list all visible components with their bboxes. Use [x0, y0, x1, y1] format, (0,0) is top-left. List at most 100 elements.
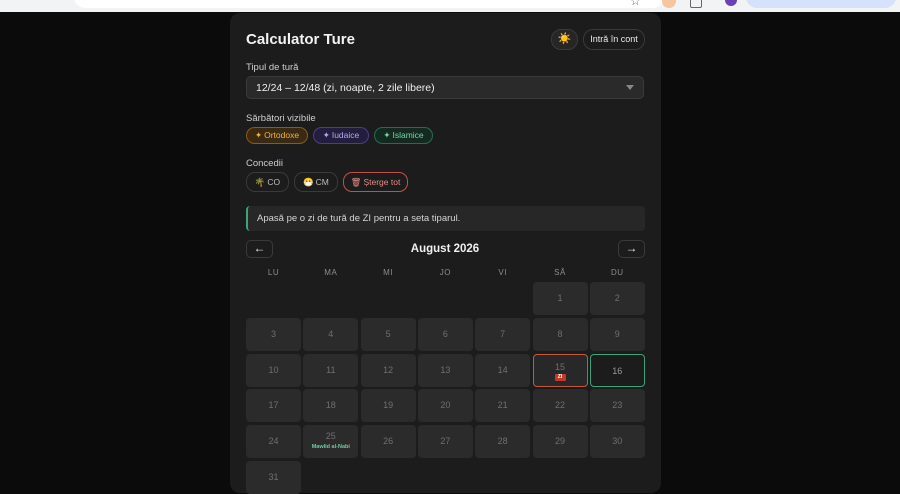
next-month-button[interactable]: →: [618, 240, 645, 258]
calendar-day[interactable]: 13: [417, 353, 473, 387]
day-number: 30: [612, 436, 623, 447]
calendar-day[interactable]: 2: [589, 282, 645, 315]
address-bar[interactable]: [74, 0, 664, 8]
day-number: 27: [440, 436, 451, 447]
calendar-day[interactable]: 26: [360, 425, 416, 459]
chevron-down-icon: [626, 85, 634, 90]
day-number: 20: [440, 400, 451, 411]
holiday-toggle-ortodoxe[interactable]: ✦ Ortodoxe: [246, 127, 308, 144]
calendar-day[interactable]: 9: [589, 317, 645, 351]
calendar-day[interactable]: 14: [475, 353, 531, 387]
profile-avatar[interactable]: [725, 0, 737, 6]
leave-co-button[interactable]: 🌴 CO: [246, 172, 289, 192]
info-notice: Apasă pe o zi de tură de ZI pentru a set…: [246, 206, 645, 231]
extension-icon[interactable]: [662, 0, 676, 8]
trash-icon: 🗑: [350, 177, 362, 187]
calendar-day[interactable]: 25 Mawlid al-Nabi: [303, 425, 359, 459]
holidays-label: Sărbători vizibile: [246, 113, 316, 124]
weekday-header: VI: [498, 268, 507, 277]
weekday-header: JO: [439, 268, 451, 277]
calendar-day[interactable]: 23: [589, 389, 645, 423]
page-title: Calculator Ture: [246, 31, 355, 48]
sparkle-icon: ✦: [383, 130, 391, 140]
holiday-name: Mawlid al-Nabi: [311, 444, 350, 451]
day-number: 13: [440, 364, 451, 375]
calendar-day[interactable]: 29: [532, 425, 588, 459]
leave-cm-button[interactable]: 😷 CM: [294, 172, 338, 192]
calendar-day[interactable]: 20: [417, 389, 473, 423]
calendar-day[interactable]: 12: [360, 353, 416, 387]
day-number: 24: [268, 436, 279, 447]
calendar-day[interactable]: 30: [589, 425, 645, 459]
calculator-card: Calculator Ture ☀️ Intră în cont Tipul d…: [230, 13, 661, 494]
calendar-day[interactable]: 7: [475, 317, 531, 351]
day-number: 31: [268, 472, 279, 482]
day-number: 6: [442, 328, 448, 339]
calendar-day[interactable]: 3: [246, 317, 301, 351]
calendar-day[interactable]: 1: [532, 282, 588, 315]
calendar-day[interactable]: 8: [532, 317, 588, 351]
login-button[interactable]: Intră în cont: [583, 29, 645, 50]
calendar-day[interactable]: 24: [246, 425, 301, 459]
calendar-day[interactable]: 27: [417, 425, 473, 459]
day-number: 12: [383, 364, 394, 375]
shift-badge: ZI: [554, 373, 566, 381]
leave-label: Concedii: [246, 158, 283, 169]
prev-month-button[interactable]: ←: [246, 240, 273, 258]
day-number: 16: [612, 365, 623, 376]
calendar-day[interactable]: 19: [360, 389, 416, 423]
calendar-day[interactable]: 18: [303, 389, 359, 423]
shift-type-label: Tipul de tură: [246, 62, 299, 73]
calendar-day[interactable]: 6: [417, 317, 473, 351]
day-number: 7: [500, 328, 506, 339]
shift-type-select[interactable]: 12/24 – 12/48 (zi, noapte, 2 zile libere…: [246, 76, 644, 99]
weekday-header: MI: [383, 268, 394, 277]
day-number: 28: [497, 436, 508, 447]
day-number: 25: [325, 431, 336, 442]
sick-face-icon: 😷: [303, 177, 314, 187]
day-number: 11: [326, 364, 336, 375]
shift-type-value: 12/24 – 12/48 (zi, noapte, 2 zile libere…: [256, 82, 435, 94]
month-title: August 2026: [410, 243, 480, 255]
day-number: 5: [385, 328, 391, 339]
weekday-header: MA: [324, 268, 338, 277]
calendar-day[interactable]: 10: [246, 353, 301, 387]
theme-toggle-button[interactable]: ☀️: [551, 29, 578, 50]
holiday-toggle-iudaice[interactable]: ✦ Iudaice: [313, 127, 369, 144]
calendar-day[interactable]: 16: [589, 353, 645, 387]
day-number: 29: [554, 436, 565, 447]
day-number: 19: [383, 400, 394, 411]
browser-toolbar: ☆: [0, 0, 900, 12]
day-number: 9: [614, 328, 620, 339]
clear-all-button[interactable]: 🗑 Șterge tot: [343, 172, 408, 192]
day-number: 1: [557, 293, 563, 303]
day-number: 18: [325, 400, 336, 411]
calendar-day[interactable]: 22: [532, 389, 588, 423]
day-number: 22: [554, 400, 565, 411]
day-number: 4: [328, 328, 334, 339]
weekday-header: SÂ: [554, 268, 566, 277]
calendar-day[interactable]: 5: [360, 317, 416, 351]
calendar-day[interactable]: 11: [303, 353, 359, 387]
calendar-day[interactable]: 28: [475, 425, 531, 459]
day-number: 17: [268, 400, 279, 411]
day-number: 8: [557, 328, 563, 339]
day-number: 21: [497, 400, 508, 411]
browser-action-pill[interactable]: [746, 0, 896, 8]
day-number: 2: [614, 293, 620, 303]
day-number: 3: [270, 328, 276, 339]
holiday-toggle-islamice[interactable]: ✦ Islamice: [374, 127, 433, 144]
calendar-day[interactable]: 31: [246, 461, 301, 494]
day-number: 14: [497, 364, 508, 375]
sparkle-icon: ✦: [322, 130, 330, 140]
sparkle-icon: ✦: [254, 130, 263, 140]
day-number: 10: [268, 364, 279, 375]
calendar-day[interactable]: 15 ZI: [532, 353, 588, 387]
calendar-day[interactable]: 4: [303, 317, 359, 351]
sun-icon: ☀️: [557, 33, 572, 45]
tab-icon[interactable]: [690, 0, 702, 8]
calendar-day[interactable]: 21: [475, 389, 531, 423]
calendar-day[interactable]: 17: [246, 389, 301, 423]
bookmark-star-icon[interactable]: ☆: [630, 0, 641, 8]
day-number: 26: [383, 436, 394, 447]
